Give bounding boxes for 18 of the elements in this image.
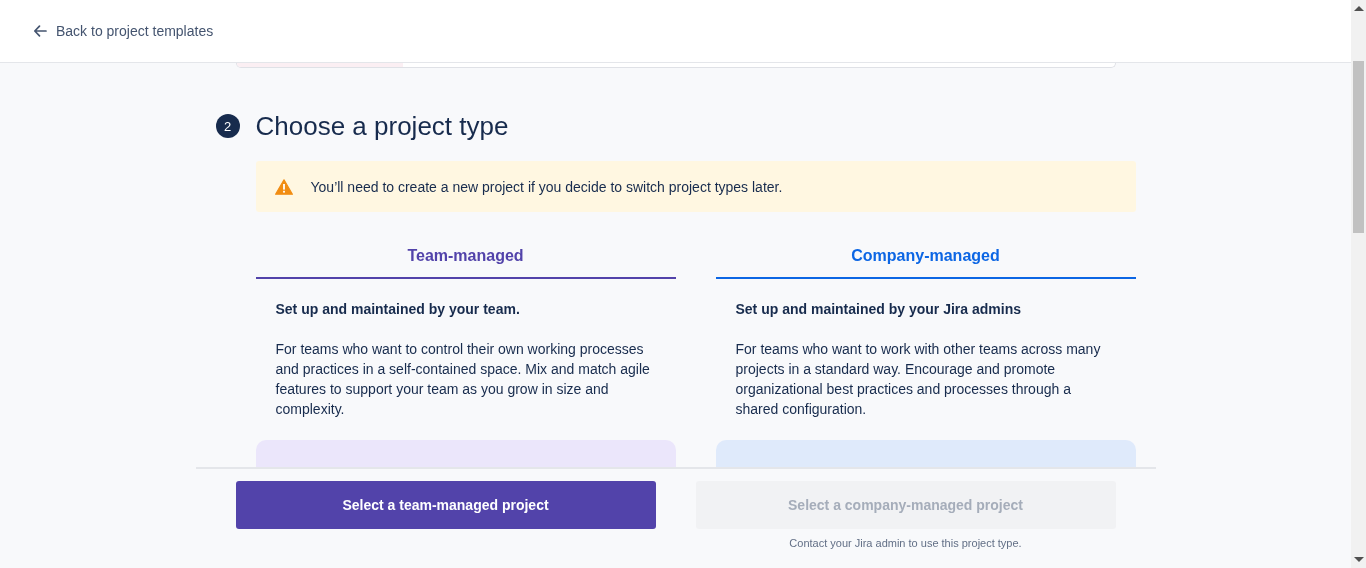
scrollbar[interactable] [1351, 0, 1366, 568]
scroll-up-icon[interactable] [1353, 6, 1364, 11]
select-project-button[interactable]: Select a team-managed project [235, 481, 656, 529]
back-arrow-icon [32, 23, 48, 39]
back-link[interactable]: Back to project templates [32, 23, 214, 39]
type-heading: Set up and maintained by your Jira admins [735, 301, 1022, 317]
project-type-tab[interactable]: Company-managed [715, 235, 1136, 279]
type-heading: Set up and maintained by your team. [275, 301, 521, 317]
scroll-down-icon[interactable] [1353, 557, 1364, 562]
project-type-tab[interactable]: Team-managed [255, 235, 676, 279]
step-number: 2 [215, 114, 240, 138]
type-description: For teams who want to control their own working processes and practices in a self-contained space. Mix and match agile features to support your team as you grow in size and complexity. [275, 340, 651, 419]
type-description: For teams who want to work with other teams across many projects in a standard way. Encourage and promote organizational best practices and processes through a shared configuration. [735, 340, 1102, 419]
section-title: Choose a project type [255, 110, 509, 142]
scrollbar-thumb[interactable] [1353, 61, 1364, 233]
warning-icon [274, 178, 293, 195]
warning-text: You’ll need to create a new project if you decide to switch project types later. [310, 178, 783, 195]
helper-text: Contact your Jira admin to use this project type. [789, 537, 1022, 549]
